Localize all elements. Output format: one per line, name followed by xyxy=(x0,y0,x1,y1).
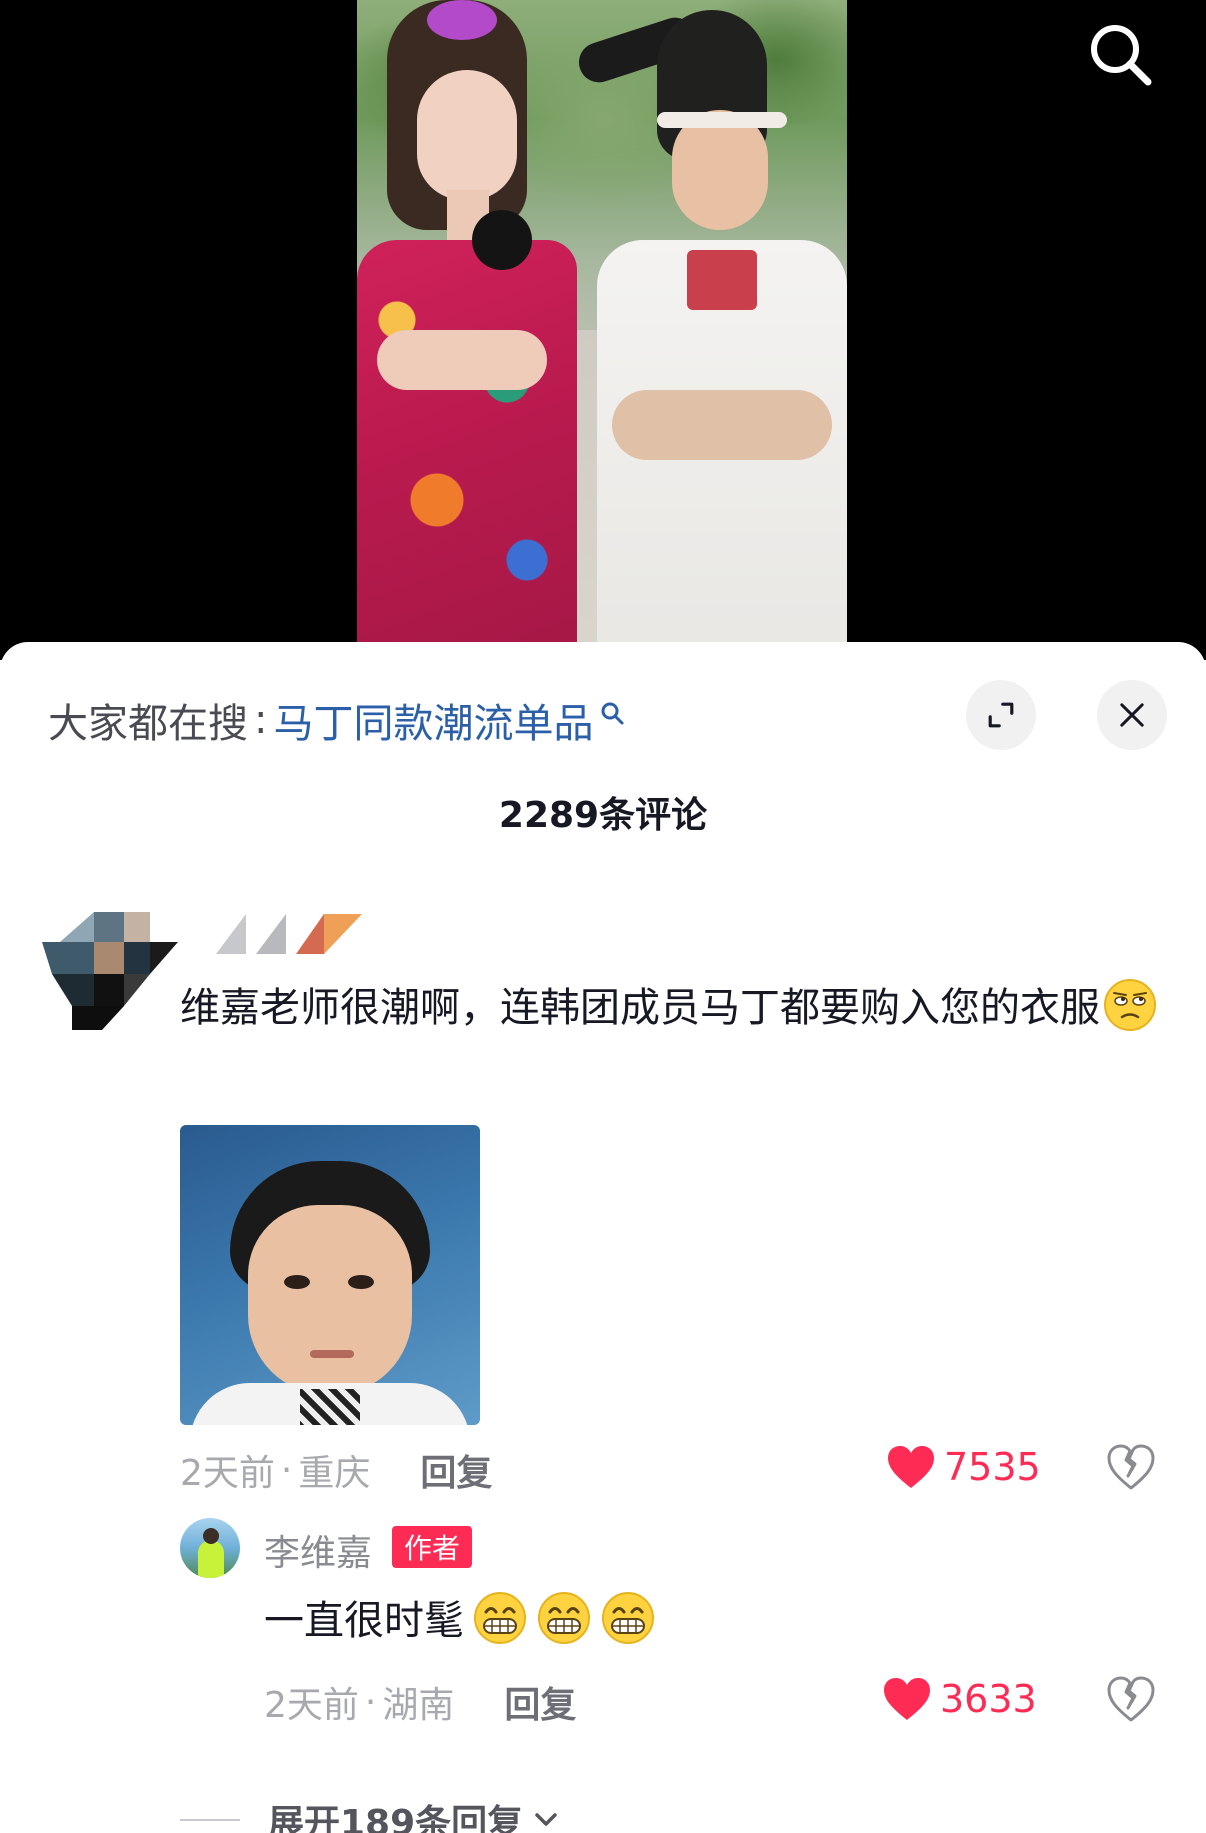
reply-time: 2天前 xyxy=(264,1685,359,1726)
eye-roll-emoji xyxy=(1104,979,1156,1031)
comment-image[interactable] xyxy=(180,1125,480,1425)
broken-heart-icon[interactable] xyxy=(1106,1674,1156,1724)
like-count: 7535 xyxy=(944,1445,1041,1489)
avatar[interactable] xyxy=(42,912,178,1048)
comment-count: 2289条评论 xyxy=(498,795,708,836)
reply-meta: 2天前 · 湖南 回复 xyxy=(264,1676,576,1728)
expand-replies-label: 展开189条回复 xyxy=(268,1803,524,1833)
expand-replies-button[interactable]: 展开189条回复 xyxy=(180,1794,559,1833)
meta-separator: · xyxy=(280,1449,293,1491)
grin-emoji xyxy=(474,1592,526,1644)
video-man-collar xyxy=(687,250,757,310)
chevron-down-icon xyxy=(535,1813,557,1826)
reply-body: 一直很时髦 xyxy=(264,1598,464,1644)
author-badge: 作者 xyxy=(392,1526,473,1568)
username-redacted[interactable] xyxy=(216,914,362,954)
comment-image-eye xyxy=(284,1275,310,1289)
close-button[interactable] xyxy=(1097,680,1167,750)
broken-heart-icon[interactable] xyxy=(1106,1442,1156,1492)
expand-button[interactable] xyxy=(966,680,1036,750)
comment-image-face xyxy=(248,1205,412,1395)
video-man-face xyxy=(672,110,768,230)
trending-search-term[interactable]: 马丁同款潮流单品 xyxy=(273,691,593,749)
reply-username[interactable]: 李维嘉 xyxy=(264,1524,372,1576)
grin-emoji xyxy=(538,1592,590,1644)
comment-image-collar xyxy=(300,1389,360,1425)
video-player[interactable] xyxy=(0,0,1206,660)
comment-text: 维嘉老师很潮啊，连韩团成员马丁都要购入您的衣服 xyxy=(180,972,1160,1044)
search-button[interactable] xyxy=(1084,18,1156,90)
comment-time: 2天前 xyxy=(180,1453,275,1494)
video-woman-arm xyxy=(377,330,547,390)
avatar-figure xyxy=(198,1540,224,1578)
expand-icon xyxy=(988,702,1014,728)
comment-body: 维嘉老师很潮啊，连韩团成员马丁都要购入您的衣服 xyxy=(180,985,1100,1031)
video-woman-face xyxy=(417,70,517,200)
reply-location: 湖南 xyxy=(382,1685,455,1726)
search-icon xyxy=(601,702,624,725)
comment-image-eye xyxy=(348,1275,374,1289)
search-icon xyxy=(1091,25,1152,86)
avatar-head xyxy=(203,1528,219,1544)
close-icon xyxy=(1120,703,1144,727)
like-button[interactable]: 3633 xyxy=(882,1676,1037,1722)
trending-search-separator: : xyxy=(254,697,268,743)
video-man-arms xyxy=(612,390,832,460)
video-woman-shoulder-bow xyxy=(472,210,532,270)
heart-icon xyxy=(888,1446,934,1488)
divider xyxy=(180,1819,240,1821)
grin-emoji xyxy=(602,1592,654,1644)
video-frame[interactable] xyxy=(357,0,847,660)
reply-text: 一直很时髦 xyxy=(264,1590,656,1651)
avatar[interactable] xyxy=(180,1518,240,1578)
video-woman-dress xyxy=(357,240,577,660)
trending-search-bar[interactable]: 大家都在搜 : 马丁同款潮流单品 xyxy=(48,690,625,750)
video-man-headband xyxy=(657,112,787,128)
like-button[interactable]: 7535 xyxy=(886,1444,1041,1490)
meta-separator: · xyxy=(364,1681,377,1723)
video-woman-hair-bow xyxy=(427,0,497,40)
like-count: 3633 xyxy=(940,1677,1037,1721)
comment-meta: 2天前 · 重庆 回复 xyxy=(180,1444,492,1496)
comment-sheet: 大家都在搜 : 马丁同款潮流单品 2289条评论 维嘉老师很潮啊，连韩团成员马丁… xyxy=(0,642,1206,1833)
comment-location: 重庆 xyxy=(298,1453,371,1494)
reply-button[interactable]: 回复 xyxy=(420,1444,492,1496)
trending-search-prefix: 大家都在搜 xyxy=(48,701,248,747)
comment-image-mouth xyxy=(310,1350,354,1358)
heart-icon xyxy=(884,1678,930,1720)
reply-button[interactable]: 回复 xyxy=(504,1676,576,1728)
